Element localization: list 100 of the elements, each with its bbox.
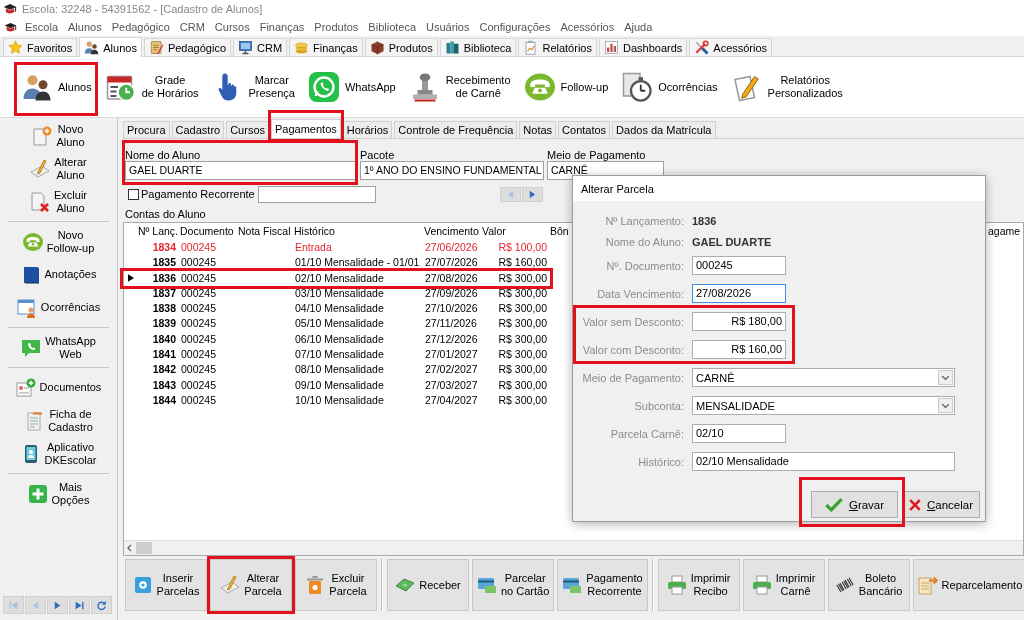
ribbon-tab[interactable]: Pedagógico: [143, 38, 231, 56]
caret-icon[interactable]: [938, 398, 953, 413]
input-field[interactable]: 000245: [692, 256, 786, 275]
tab[interactable]: Pagamentos: [271, 119, 341, 138]
dropdown[interactable]: MENSALIDADE: [692, 396, 955, 415]
column-header[interactable]: agame: [988, 225, 1021, 237]
column-header[interactable]: Nº Lanç.: [138, 225, 179, 237]
table-cell-text: 1836: [151, 270, 177, 286]
column-header[interactable]: Vencimento: [424, 225, 479, 237]
input-field[interactable]: R$ 180,00: [692, 312, 786, 331]
bar-chart-icon: [603, 40, 619, 55]
next-button[interactable]: [521, 187, 543, 202]
ribbon-tab[interactable]: Acessórios: [689, 38, 773, 56]
next-button[interactable]: [47, 596, 68, 614]
scroll-left-icon[interactable]: [127, 544, 132, 552]
column-header[interactable]: Valor: [482, 225, 506, 237]
table-cell-text: 27/06/2026: [424, 240, 479, 255]
sidebar-item[interactable]: Ocorrências: [0, 291, 117, 324]
toolbar-button[interactable]: Alunos: [18, 66, 96, 108]
toolbar-button[interactable]: WhatsApp: [305, 66, 400, 108]
toolbar-button[interactable]: Receber: [387, 559, 469, 611]
tab[interactable]: Horários: [342, 121, 393, 138]
menu-item[interactable]: Acessórios: [555, 19, 620, 35]
input-field[interactable]: [257, 186, 376, 203]
menu-item[interactable]: Cursos: [209, 19, 255, 35]
menu-item[interactable]: Escola: [20, 19, 64, 35]
save-button[interactable]: Gravar: [811, 491, 898, 518]
toolbar-button[interactable]: Boleto Bancário: [827, 559, 910, 611]
scrollbar-thumb[interactable]: [136, 542, 152, 554]
caret-icon[interactable]: [938, 370, 953, 385]
input-field[interactable]: 27/08/2026: [692, 284, 786, 303]
last-record-button[interactable]: [69, 596, 90, 614]
toolbar-button[interactable]: Alterar Parcela: [210, 559, 292, 611]
column-header[interactable]: Histórico: [294, 225, 335, 237]
cancel-button[interactable]: Cancelar: [902, 491, 980, 518]
menu-item[interactable]: CRM: [174, 19, 210, 35]
menu-item[interactable]: Usuários: [421, 19, 475, 35]
table-cell-text: 000245: [180, 301, 218, 317]
table-cell-text: 1838: [151, 301, 177, 317]
input-field[interactable]: 1º ANO DO ENSINO FUNDAMENTAL: [360, 161, 544, 180]
sidebar-item[interactable]: Anotações: [0, 258, 117, 291]
tab[interactable]: Notas: [519, 121, 557, 138]
horizontal-scrollbar[interactable]: [124, 540, 1023, 555]
ribbon-tab[interactable]: Produtos: [364, 38, 438, 56]
ribbon-tab[interactable]: CRM: [233, 38, 288, 56]
sidebar-item[interactable]: Novo Aluno: [0, 119, 117, 152]
table-cell-text: 1837: [151, 285, 177, 301]
menu-item[interactable]: Finanças: [254, 19, 310, 35]
toolbar-button[interactable]: Recebimento de Carnê: [405, 66, 515, 108]
input-field[interactable]: 02/10 Mensalidade: [692, 452, 955, 471]
column-header[interactable]: Documento: [180, 225, 234, 237]
table-cell-text: 04/10 Mensalidade: [294, 301, 385, 317]
toolbar-button[interactable]: Imprimir Recibo: [657, 559, 740, 611]
menu-item[interactable]: Biblioteca: [363, 19, 422, 35]
input-field[interactable]: R$ 160,00: [692, 340, 786, 359]
menu-item[interactable]: Alunos: [63, 19, 107, 35]
sidebar-item[interactable]: Novo Follow-up: [0, 225, 117, 258]
toolbar-button[interactable]: Ocorrências: [618, 66, 722, 108]
toolbar-button[interactable]: Relatórios Personalizados: [727, 66, 847, 108]
toolbar-button[interactable]: Inserir Parcelas: [125, 559, 207, 611]
column-header[interactable]: Nota Fiscal: [238, 225, 291, 237]
column-header[interactable]: Bôn: [550, 225, 569, 237]
ribbon-tab[interactable]: Alunos: [79, 37, 142, 57]
tab[interactable]: Cadastro: [171, 121, 225, 138]
toolbar-button[interactable]: Grade de Horários: [101, 66, 203, 108]
menu-item[interactable]: Produtos: [309, 19, 364, 35]
checkbox[interactable]: [128, 189, 139, 200]
sidebar-item[interactable]: Ficha de Cadastro: [0, 404, 117, 437]
checkbox-label[interactable]: Pagamento Recorrente: [141, 188, 255, 201]
toolbar-button[interactable]: Parcelar no Cartão: [472, 559, 555, 611]
ribbon-tab[interactable]: Favoritos: [3, 38, 78, 56]
toolbar-button[interactable]: Pagamento Recorrente: [557, 559, 648, 611]
toolbar-button[interactable]: Imprimir Carnê: [742, 559, 825, 611]
ribbon-tab[interactable]: Dashboards: [598, 38, 688, 56]
dropdown[interactable]: CARNÊ: [692, 368, 955, 387]
sidebar-item[interactable]: Excluir Aluno: [0, 185, 117, 218]
ribbon-tab[interactable]: Finanças: [289, 38, 363, 56]
sidebar-item[interactable]: Aplicativo DKEscolar: [0, 437, 117, 470]
tab[interactable]: Cursos: [226, 121, 269, 138]
ribbon-tab[interactable]: Biblioteca: [439, 38, 517, 56]
sidebar-item[interactable]: Alterar Aluno: [0, 152, 117, 185]
sidebar-item[interactable]: Documentos: [0, 371, 117, 404]
toolbar-button[interactable]: Marcar Presença: [208, 66, 299, 108]
sidebar-item[interactable]: WhatsApp Web: [0, 331, 117, 364]
tab[interactable]: Dados da Matrícula: [612, 121, 716, 138]
tab[interactable]: Contatos: [558, 121, 611, 138]
graduation-cap-icon[interactable]: [4, 20, 17, 34]
refresh-button[interactable]: [91, 596, 112, 614]
input-field[interactable]: 02/10: [692, 424, 786, 443]
toolbar-button[interactable]: Excluir Parcela: [295, 559, 377, 611]
sidebar-item[interactable]: Mais Opções: [0, 477, 117, 510]
toolbar-button[interactable]: Follow-up: [520, 66, 613, 108]
toolbar-button[interactable]: Reparcelamento: [912, 559, 1024, 611]
input-field[interactable]: GAEL DUARTE: [125, 161, 357, 180]
tab[interactable]: Controle de Frequência: [394, 121, 518, 138]
tab[interactable]: Procura: [123, 121, 170, 138]
menu-item[interactable]: Pedagógico: [106, 19, 175, 35]
ribbon-tab[interactable]: Relatórios: [518, 38, 597, 56]
menu-item[interactable]: Configurações: [474, 19, 556, 35]
menu-item[interactable]: Ajuda: [619, 19, 658, 35]
